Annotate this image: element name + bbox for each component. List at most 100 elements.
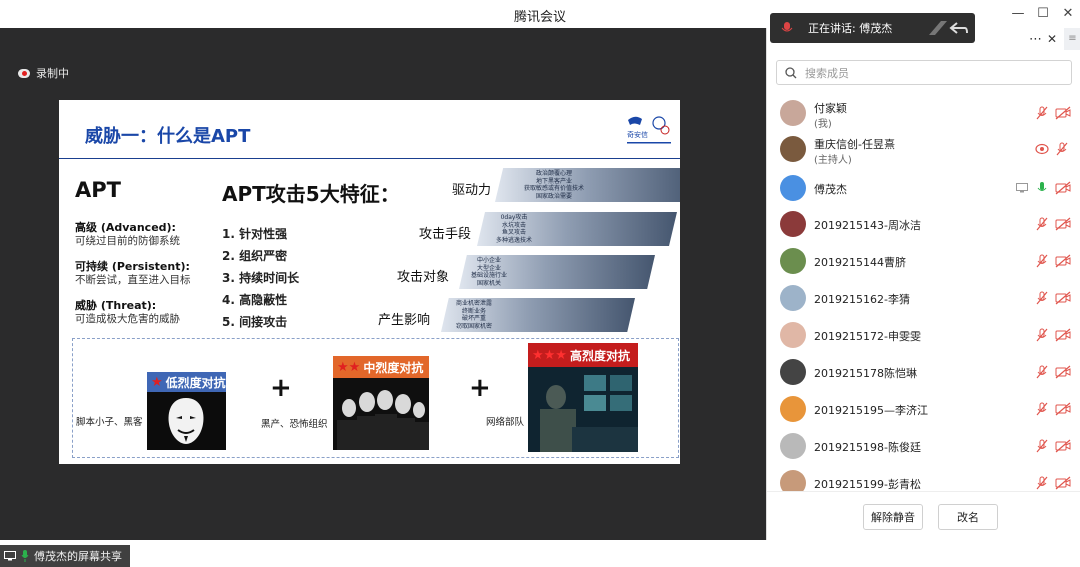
star-icon: ★★★ [532,347,567,363]
search-placeholder: 搜索成员 [805,66,849,80]
feature-item: 3. 持续时间长 [222,271,300,285]
camera-off-icon[interactable] [1055,217,1071,231]
avatar [780,433,806,459]
tier-high-label: ★★★ 高烈度对抗 [528,343,638,367]
mic-muted-icon[interactable] [1035,402,1049,416]
member-row[interactable]: 重庆信创-任昱熹 (主持人) [767,130,1080,167]
band-details-attack-target: 中小企业 大型企业 基础设施行业 国家机关 [470,257,507,287]
recording-icon[interactable] [1035,142,1049,156]
mic-muted-icon[interactable] [1055,142,1071,156]
presenter-tag[interactable]: 傅茂杰的屏幕共享 [0,545,130,567]
member-name: 重庆信创-任昱熹 [814,138,895,151]
presenter-label: 傅茂杰的屏幕共享 [34,550,122,563]
camera-off-icon[interactable] [1055,254,1071,268]
star-icon: ★★ [337,359,361,375]
speaker-avatar-icon [781,22,793,32]
mic-muted-icon[interactable] [1035,365,1049,379]
panel-bottom-bar: 解除静音 改名 [767,491,1080,541]
camera-off-icon[interactable] [1055,181,1071,195]
avatar [780,248,806,274]
persistent-text: 不断尝试，直至进入目标 [75,274,191,286]
camera-off-icon[interactable] [1055,365,1071,379]
recording-indicator[interactable]: 录制中 [18,65,69,81]
member-row[interactable]: 2019215198-陈俊廷 [767,427,1080,464]
member-role: (我) [814,119,832,130]
member-search-input[interactable]: 搜索成员 [776,60,1072,85]
slide-title: 威胁一：什么是APT [85,126,251,147]
presentation-slide: 威胁一：什么是APT 奇安信 APT 高级 (Advanced): 可绕过目前的… [59,100,680,464]
mic-muted-icon[interactable] [1035,254,1049,268]
member-row[interactable]: 2019215162-李猜 [767,279,1080,316]
mic-muted-icon[interactable] [1035,291,1049,305]
member-name: 2019215172-申雯雯 [814,330,921,343]
advanced-text: 可绕过目前的防御系统 [75,235,180,247]
member-role: (主持人) [814,155,852,166]
speaking-indicator: 正在讲话: 傅茂杰 [770,13,975,43]
mic-muted-icon[interactable] [1035,328,1049,342]
band-details-impact: 商业机密泄露 终断业务 破坏严重 窃取国家机密 [455,300,492,330]
member-name: 2019215144曹脐 [814,256,906,269]
collapse-icon[interactable] [927,19,969,37]
recording-label: 录制中 [36,67,69,80]
panel-menu-icon[interactable]: ≡ [1064,28,1080,50]
member-name: 2019215178陈恺琳 [814,367,917,380]
threat-text: 可造成极大危害的威胁 [75,313,180,325]
tier-medium-caption: 黑产、恐怖组织 [261,419,328,430]
shared-screen-stage: 录制中 威胁一：什么是APT 奇安信 APT 高级 (Advanced): 可绕… [0,28,766,567]
masked-group-image [333,378,429,450]
camera-off-icon[interactable] [1055,402,1071,416]
tier-low-caption: 脚本小子、黑客 [76,417,143,428]
member-row[interactable]: 2019215172-申雯雯 [767,316,1080,353]
more-options-button[interactable]: ⋯ [1029,32,1042,47]
close-button[interactable]: ✕ [1058,4,1078,24]
qianxin-logo-icon: 奇安信 [627,116,671,144]
camera-off-icon[interactable] [1055,291,1071,305]
features-title: APT攻击5大特征： [222,182,400,206]
rename-button[interactable]: 改名 [938,504,998,530]
anonymous-mask-image [147,392,226,450]
band-label-attack-target: 攻击对象 [397,270,450,285]
record-icon [18,68,30,78]
mic-muted-icon[interactable] [1035,476,1049,490]
member-name: 傅茂杰 [814,183,847,196]
star-icon: ★ [151,374,163,390]
title-divider [59,158,680,159]
feature-item: 1. 针对性强 [222,227,288,241]
member-row[interactable]: 2019215144曹脐 [767,242,1080,279]
avatar [780,175,806,201]
member-row[interactable]: 傅茂杰 [767,169,1080,206]
avatar [780,359,806,385]
member-row[interactable]: 2019215195—李济江 [767,390,1080,427]
cyber-unit-image [528,367,638,452]
avatar [780,322,806,348]
avatar [780,396,806,422]
camera-off-icon[interactable] [1055,439,1071,453]
camera-off-icon[interactable] [1055,106,1071,120]
camera-off-icon[interactable] [1055,328,1071,342]
panel-close-button[interactable]: ✕ [1047,32,1057,46]
feature-item: 2. 组织严密 [222,249,288,263]
apt-heading: APT [75,178,121,202]
feature-item: 4. 高隐蔽性 [222,293,288,307]
band-details-attack-method: 0day攻击 水坑攻击 鱼叉攻击 多种逃逸技术 [495,214,532,244]
tier-medium-label: ★★ 中烈度对抗 [333,356,429,378]
member-name: 2019215143-周冰洁 [814,219,921,232]
speaking-label: 正在讲话: 傅茂杰 [808,22,893,35]
camera-off-icon[interactable] [1055,476,1071,490]
member-name: 2019215198-陈俊廷 [814,441,921,454]
tier-low-label: ★ 低烈度对抗 [147,372,226,392]
maximize-button[interactable]: ☐ [1033,4,1053,24]
mic-muted-icon[interactable] [1035,439,1049,453]
logo-text: 奇安信 [627,130,648,139]
mic-muted-icon[interactable] [1035,106,1049,120]
member-panel: ⋯ ✕ ≡ 搜索成员 付家颖 (我) 重庆信创-任昱熹 (主持人) 傅茂杰 2019215… [766,28,1080,541]
mic-muted-icon[interactable] [1035,217,1049,231]
avatar [780,100,806,126]
member-row[interactable]: 2019215178陈恺琳 [767,353,1080,390]
member-row[interactable]: 付家颖 (我) [767,94,1080,131]
member-row[interactable]: 2019215143-周冰洁 [767,205,1080,242]
minimize-button[interactable]: — [1008,4,1028,24]
mic-active-icon[interactable] [1035,181,1049,195]
screen-share-icon [1016,183,1028,193]
unmute-all-button[interactable]: 解除静音 [863,504,923,530]
